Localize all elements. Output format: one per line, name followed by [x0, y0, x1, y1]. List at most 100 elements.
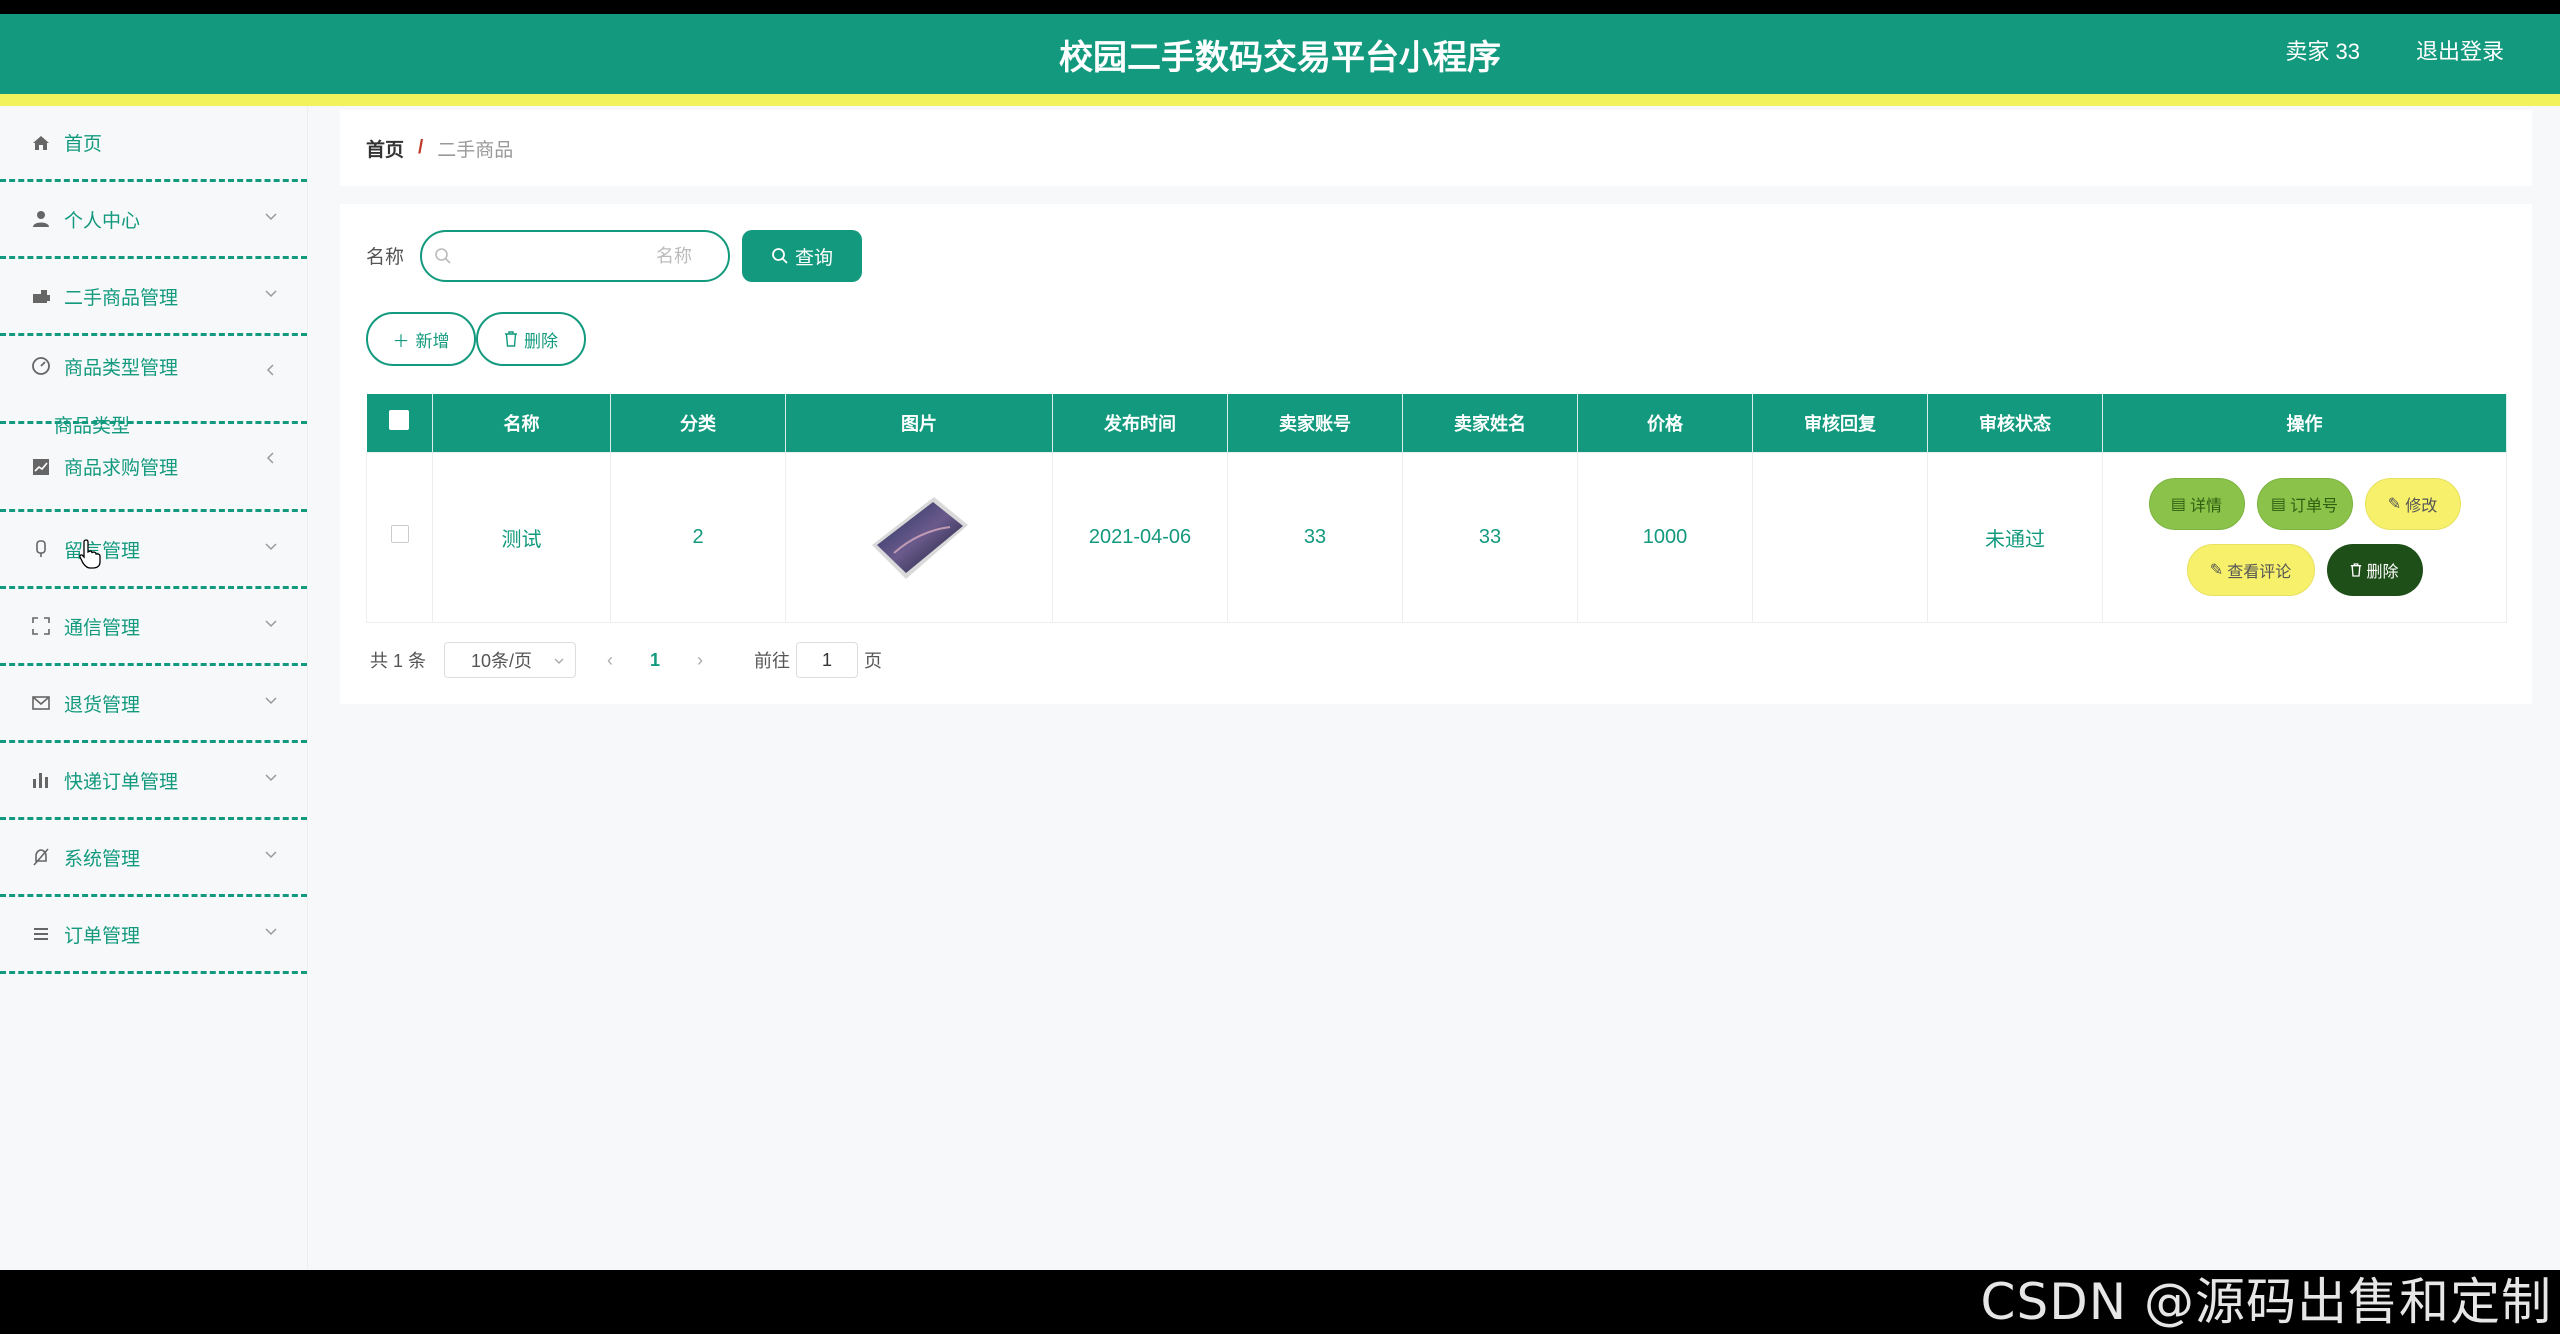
sidebar-item-system[interactable]: 系统管理	[0, 820, 307, 897]
fullscreen-icon	[30, 615, 52, 637]
batch-delete-button[interactable]: 删除	[476, 312, 586, 366]
row-delete-button[interactable]: 删除	[2326, 544, 2423, 596]
dashboard-icon	[30, 355, 52, 377]
column-header: 分类	[610, 394, 786, 452]
sidebar-item-communication[interactable]: 通信管理	[0, 589, 307, 666]
sidebar-item-express[interactable]: 快递订单管理	[0, 743, 307, 820]
chevron-down-icon	[265, 543, 277, 551]
sidebar-item-personal-center[interactable]: 个人中心	[0, 182, 307, 259]
edit-button-label: 修改	[2405, 498, 2438, 515]
pagination: 共 1 条 10条/页 ‹ 1 › 前往 页	[370, 642, 882, 678]
prev-page-button[interactable]: ‹	[590, 650, 630, 671]
current-user: 卖家 33	[2285, 39, 2360, 64]
order-number-button[interactable]: ▤ 订单号	[2256, 478, 2353, 530]
detail-button[interactable]: ▤ 详情	[2148, 478, 2245, 530]
watermark: CSDN @源码出售和定制	[1980, 1273, 2552, 1331]
top-header: 校园二手数码交易平台小程序 卖家 33 退出登录	[0, 14, 2560, 94]
row-checkbox[interactable]	[366, 451, 433, 623]
next-page-button[interactable]: ›	[680, 650, 720, 671]
sidebar-item-returns[interactable]: 退货管理	[0, 666, 307, 743]
goto-suffix: 页	[864, 651, 883, 671]
sidebar: 首页 个人中心 二手商品管理 商品类型管理 商品类型 商品求购管理 留言管理 通…	[0, 106, 308, 1270]
column-header: 审核状态	[1927, 394, 2103, 452]
cell-status: 未通过	[1927, 451, 2103, 623]
search-label: 名称	[366, 247, 405, 268]
search-input[interactable]	[462, 240, 712, 272]
sidebar-item-home[interactable]: 首页	[0, 106, 307, 182]
cell-account: 33	[1227, 451, 1403, 623]
sidebar-item-label: 系统管理	[64, 848, 141, 870]
detail-button-label: 详情	[2190, 498, 2223, 515]
pencil-icon: ✎	[2387, 496, 2402, 513]
chart-icon	[30, 456, 52, 478]
document-icon: ▤	[2170, 496, 2187, 513]
edit-button[interactable]: ✎ 修改	[2364, 478, 2461, 530]
sidebar-group-category: 商品类型管理 商品类型	[0, 336, 307, 437]
add-button[interactable]: ＋ 新增	[366, 312, 476, 366]
select-all-checkbox[interactable]	[366, 394, 433, 452]
sidebar-item-purchase[interactable]: 商品求购管理	[0, 424, 307, 512]
chevron-down-icon	[265, 213, 277, 221]
cell-reply	[1752, 451, 1928, 623]
bar-chart-icon	[30, 769, 52, 791]
goods-icon	[30, 285, 52, 307]
cell-date: 2021-04-06	[1052, 451, 1228, 623]
sidebar-item-goods[interactable]: 二手商品管理	[0, 259, 307, 336]
column-header: 名称	[432, 394, 611, 452]
app-title: 校园二手数码交易平台小程序	[1059, 39, 1501, 77]
main-panel: 名称 查询 ＋ 新增 删除 名称	[340, 204, 2532, 704]
list-icon	[30, 923, 52, 945]
chevron-down-icon	[265, 774, 277, 782]
user-icon	[30, 208, 52, 230]
page-number[interactable]: 1	[630, 650, 680, 671]
breadcrumb-current: 二手商品	[437, 139, 514, 161]
sidebar-item-label: 商品求购管理	[64, 458, 179, 479]
chevron-down-icon	[265, 851, 277, 859]
sidebar-item-label: 通信管理	[64, 617, 141, 639]
chevron-down-icon	[265, 290, 277, 298]
view-comments-button-label: 查看评论	[2227, 564, 2292, 581]
column-header: 卖家姓名	[1402, 394, 1578, 452]
order-number-button-label: 订单号	[2290, 498, 2339, 515]
chevron-down-icon	[265, 620, 277, 628]
page-size-value: 10条/页	[471, 651, 533, 671]
sidebar-item-label: 退货管理	[64, 694, 141, 716]
add-button-label: 新增	[415, 331, 450, 351]
cell-image	[785, 451, 1053, 623]
column-header: 卖家账号	[1227, 394, 1403, 452]
cell-operations: ▤ 详情 ▤ 订单号 ✎ 修改 ✎ 查看评论 删除	[2102, 451, 2507, 623]
hand-cursor-icon	[79, 539, 101, 569]
sidebar-item-category[interactable]: 商品类型管理	[0, 336, 307, 396]
mic-icon	[30, 538, 52, 560]
goto-page-input[interactable]	[796, 642, 859, 678]
app-screen: 校园二手数码交易平台小程序 卖家 33 退出登录 首页 个人中心 二手商品管理	[0, 14, 2560, 1270]
column-header: 发布时间	[1052, 394, 1228, 452]
query-button[interactable]: 查询	[742, 230, 862, 282]
view-comments-button[interactable]: ✎ 查看评论	[2186, 544, 2315, 596]
breadcrumb-separator: /	[418, 137, 424, 158]
query-button-label: 查询	[794, 247, 833, 269]
cell-price: 1000	[1577, 451, 1753, 623]
trash-icon	[505, 331, 517, 347]
pencil-icon: ✎	[2209, 562, 2224, 579]
page-size-select[interactable]: 10条/页	[444, 642, 577, 678]
document-icon: ▤	[2270, 496, 2287, 513]
sidebar-item-orders[interactable]: 订单管理	[0, 897, 307, 974]
chevron-down-icon	[265, 928, 277, 936]
plus-icon: ＋	[392, 331, 410, 351]
sidebar-item-label: 快递订单管理	[64, 771, 179, 793]
breadcrumb-home[interactable]: 首页	[366, 135, 404, 162]
goto-label: 前往	[754, 651, 791, 671]
search-icon	[435, 248, 451, 264]
cell-seller: 33	[1402, 451, 1578, 623]
table-row: 测试 2 2021-04-06 33 33 1000 未通过 ▤ 详情 ▤ 订单…	[366, 451, 2507, 623]
logout-button[interactable]: 退出登录	[2416, 34, 2504, 66]
sidebar-item-label: 商品类型管理	[64, 357, 179, 379]
home-icon	[30, 132, 52, 154]
column-header: 操作	[2102, 394, 2507, 452]
chevron-down-icon	[554, 658, 564, 664]
sidebar-item-messages[interactable]: 留言管理	[0, 512, 307, 589]
column-header: 图片	[785, 394, 1053, 452]
breadcrumb: 首页 / 二手商品	[340, 110, 2532, 186]
column-header: 审核回复	[1752, 394, 1928, 452]
